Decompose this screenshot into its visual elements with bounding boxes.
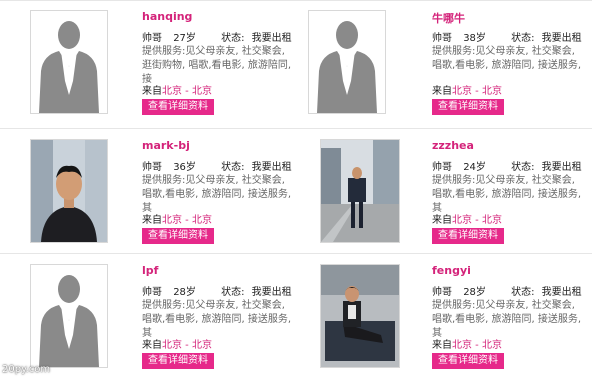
watermark: 20py.com [2, 364, 51, 375]
location-prefix: 来自 [142, 215, 162, 226]
services: 提供服务:见父母亲友, 社交聚会, 唱歌,看电影, 旅游陪同, 接送服务, 其 [142, 299, 294, 341]
age: 36岁 [173, 162, 196, 173]
location-prefix: 来自 [432, 86, 452, 97]
profile-name[interactable]: mark-bj [142, 139, 190, 152]
gender: 帅哥 [142, 287, 162, 298]
row-divider [0, 128, 592, 129]
view-details-button[interactable]: 查看详细资料 [142, 353, 214, 369]
location-city: 北京 - 北京 [162, 86, 212, 97]
location: 来自北京 - 北京 [432, 211, 502, 226]
profile-name[interactable]: lpf [142, 264, 158, 277]
age: 28岁 [173, 287, 196, 298]
profile-meta: 帅哥 24岁 状态: 我要出租 [432, 158, 582, 173]
status-label: 状态: [511, 33, 535, 44]
location-city: 北京 - 北京 [452, 86, 502, 97]
location-prefix: 来自 [432, 215, 452, 226]
top-border [0, 0, 592, 1]
location: 来自北京 - 北京 [142, 82, 212, 97]
gender: 帅哥 [142, 162, 162, 173]
location-prefix: 来自 [142, 86, 162, 97]
services: 提供服务:见父母亲友, 社交聚会, 唱歌,看电影, 旅游陪同, 接送服务, 其 [142, 174, 294, 216]
gender: 帅哥 [432, 287, 452, 298]
profile-meta: 帅哥 28岁 状态: 我要出租 [142, 283, 292, 298]
status-value: 我要出租 [541, 287, 582, 298]
status-label: 状态: [221, 162, 245, 173]
silhouette-icon [39, 275, 99, 367]
status-value: 我要出租 [251, 162, 292, 173]
profile-meta: 帅哥 28岁 状态: 我要出租 [432, 283, 582, 298]
view-details-button[interactable]: 查看详细资料 [432, 353, 504, 369]
profile-meta: 帅哥 38岁 状态: 我要出租 [432, 29, 582, 44]
age: 27岁 [173, 33, 196, 44]
location: 来自北京 - 北京 [432, 82, 502, 97]
services-prefix: 提供服务: [142, 300, 186, 311]
profile-name[interactable]: hanqing [142, 10, 192, 23]
profile-photo[interactable] [320, 139, 400, 243]
profile-photo[interactable] [30, 139, 108, 243]
location: 来自北京 - 北京 [142, 211, 212, 226]
view-details-button[interactable]: 查看详细资料 [432, 99, 504, 115]
profile-meta: 帅哥 36岁 状态: 我要出租 [142, 158, 292, 173]
view-details-button[interactable]: 查看详细资料 [432, 228, 504, 244]
silhouette-icon [39, 21, 99, 113]
services: 提供服务:见父母亲友, 社交聚会, 唱歌,看电影, 旅游陪同, 接送服务, 其 [432, 299, 584, 341]
location: 来自北京 - 北京 [142, 336, 212, 351]
location-prefix: 来自 [142, 340, 162, 351]
view-details-button[interactable]: 查看详细资料 [142, 99, 214, 115]
location-city: 北京 - 北京 [162, 215, 212, 226]
view-details-button[interactable]: 查看详细资料 [142, 228, 214, 244]
location-city: 北京 - 北京 [162, 340, 212, 351]
gender: 帅哥 [142, 33, 162, 44]
profile-photo[interactable] [30, 10, 108, 114]
profile-photo[interactable] [320, 264, 400, 368]
status-value: 我要出租 [541, 33, 582, 44]
profile-card: hanqing 帅哥 27岁 状态: 我要出租 提供服务:见父母亲友, 社交聚会… [0, 2, 295, 126]
profile-card: zzzhea 帅哥 24岁 状态: 我要出租 提供服务:见父母亲友, 社交聚会,… [296, 131, 591, 255]
profile-name[interactable]: zzzhea [432, 139, 474, 152]
profile-card: 牛哪牛 帅哥 38岁 状态: 我要出租 提供服务:见父母亲友, 社交聚会, 唱歌… [296, 2, 591, 126]
location-city: 北京 - 北京 [452, 215, 502, 226]
man-sofa-photo [321, 265, 399, 367]
status-value: 我要出租 [541, 162, 582, 173]
profile-name[interactable]: fengyi [432, 264, 471, 277]
services-prefix: 提供服务: [432, 46, 476, 57]
location: 来自北京 - 北京 [432, 336, 502, 351]
age: 28岁 [463, 287, 486, 298]
silhouette-icon [317, 21, 377, 113]
profile-card: fengyi 帅哥 28岁 状态: 我要出租 提供服务:见父母亲友, 社交聚会,… [296, 256, 591, 380]
profile-card: mark-bj 帅哥 36岁 状态: 我要出租 提供服务:见父母亲友, 社交聚会… [0, 131, 295, 255]
location-prefix: 来自 [432, 340, 452, 351]
age: 24岁 [463, 162, 486, 173]
profile-photo[interactable] [308, 10, 386, 114]
gender: 帅哥 [432, 162, 452, 173]
services-prefix: 提供服务: [432, 300, 476, 311]
man-portrait-photo [31, 140, 107, 242]
services-prefix: 提供服务: [432, 175, 476, 186]
services: 提供服务:见父母亲友, 社交聚会, 唱歌,看电影, 旅游陪同, 接送服务, 其 [432, 174, 584, 216]
services: 提供服务:见父母亲友, 社交聚会, 逛街购物, 唱歌,看电影, 旅游陪同, 接 [142, 45, 294, 87]
status-value: 我要出租 [251, 33, 292, 44]
profile-meta: 帅哥 27岁 状态: 我要出租 [142, 29, 292, 44]
status-label: 状态: [221, 33, 245, 44]
status-label: 状态: [511, 162, 535, 173]
man-street-photo [321, 140, 399, 242]
status-value: 我要出租 [251, 287, 292, 298]
services: 提供服务:见父母亲友, 社交聚会, 唱歌,看电影, 旅游陪同, 接送服务, [432, 45, 584, 87]
services-prefix: 提供服务: [142, 175, 186, 186]
status-label: 状态: [221, 287, 245, 298]
age: 38岁 [463, 33, 486, 44]
location-city: 北京 - 北京 [452, 340, 502, 351]
gender: 帅哥 [432, 33, 452, 44]
profile-card: lpf 帅哥 28岁 状态: 我要出租 提供服务:见父母亲友, 社交聚会, 唱歌… [0, 256, 295, 380]
profile-name[interactable]: 牛哪牛 [432, 10, 465, 26]
profile-photo[interactable] [30, 264, 108, 368]
services-prefix: 提供服务: [142, 46, 186, 57]
status-label: 状态: [511, 287, 535, 298]
